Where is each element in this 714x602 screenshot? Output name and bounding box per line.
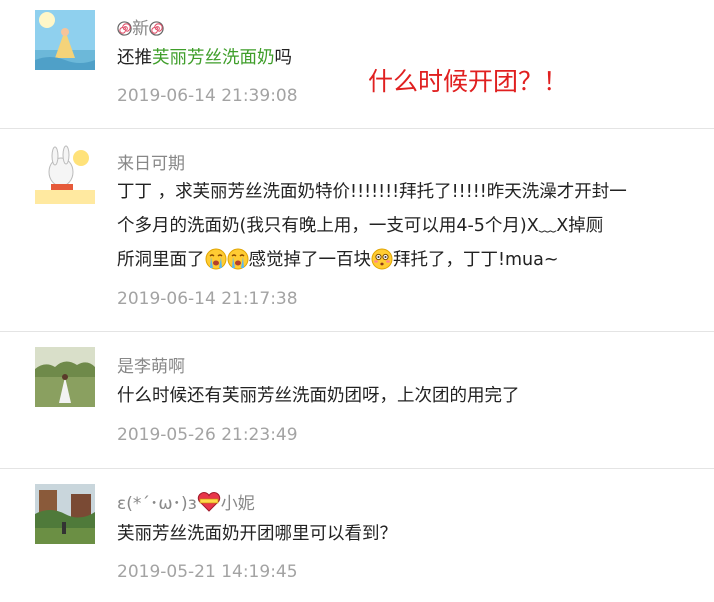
product-link[interactable]: 芙丽芳丝洗面奶 <box>152 48 275 68</box>
comment-text-part: 所洞里面了 <box>117 250 205 270</box>
avatar[interactable] <box>35 144 95 204</box>
author-name[interactable]: 是李萌啊 <box>117 352 185 377</box>
comment-item: 来日可期 丁丁 ，求芙丽芳丝洗面奶特价!!!!!!!拜托了!!!!!昨天洗澡才开… <box>0 129 714 331</box>
comment-text: 什么时候还有芙丽芳丝洗面奶团呀，上次团的用完了 <box>117 386 520 406</box>
comment-item: 是李萌啊 什么时候还有芙丽芳丝洗面奶团呀，上次团的用完了 2019-05-26 … <box>0 332 714 468</box>
comment-author[interactable]: ε(*´･ω･)з 小妮 <box>117 489 255 514</box>
comment-author[interactable]: 新 <box>117 14 164 39</box>
heart-icon <box>197 492 220 512</box>
comment-date: 2019-05-26 21:23:49 <box>117 425 298 445</box>
comment-text-part: 感觉掉了一百块 <box>248 250 372 270</box>
author-name[interactable]: 来日可期 <box>117 149 185 174</box>
spiral-icon <box>149 21 164 36</box>
annotation-text: 什么时候开团？！ <box>368 67 569 96</box>
comment-text: 芙丽芳丝洗面奶开团哪里可以看到？ <box>117 524 397 544</box>
comment-text-prefix: 还推 <box>117 48 152 68</box>
spiral-icon <box>117 21 132 36</box>
avatar[interactable] <box>35 484 95 544</box>
comment-item: ε(*´･ω･)з 小妮 芙丽芳丝洗面奶开团哪里可以看到？ 2019-05-21 … <box>0 469 714 602</box>
author-name-prefix: ε(*´･ω･)з <box>117 494 197 514</box>
comment-date: 2019-06-14 21:17:38 <box>117 289 298 309</box>
comment-date: 2019-06-14 21:39:08 <box>117 86 298 106</box>
comment-line: 丁丁 ，求芙丽芳丝洗面奶特价!!!!!!!拜托了!!!!!昨天洗澡才开封一 <box>117 182 627 202</box>
comment-text: 丁丁 ，求芙丽芳丝洗面奶特价!!!!!!!拜托了!!!!!昨天洗澡才开封一 个多… <box>117 175 627 277</box>
comment-line: 个多月的洗面奶(我只有晚上用，一支可以用4-5个月)X﹏X掉厕 <box>117 216 604 236</box>
comment-text-suffix: 吗 <box>274 48 293 68</box>
comment-text: 还推芙丽芳丝洗面奶吗 <box>117 41 292 75</box>
author-name-suffix: 小妮 <box>220 494 255 514</box>
comment-date: 2019-05-21 14:19:45 <box>117 562 298 582</box>
flushed-emoji-icon <box>371 248 393 270</box>
avatar[interactable] <box>35 347 95 407</box>
comment-text-part: 拜托了，丁丁!mua~ <box>393 250 559 270</box>
comment-item: 新 还推芙丽芳丝洗面奶吗 2019-06-14 21:39:08 <box>0 0 714 128</box>
author-name: 新 <box>132 19 149 39</box>
crying-emoji-icon <box>205 248 226 270</box>
avatar[interactable] <box>35 10 95 70</box>
comment-line: 所洞里面了 感觉掉了一百块 拜托了，丁丁!mua~ <box>117 243 627 277</box>
crying-emoji-icon <box>227 248 248 270</box>
